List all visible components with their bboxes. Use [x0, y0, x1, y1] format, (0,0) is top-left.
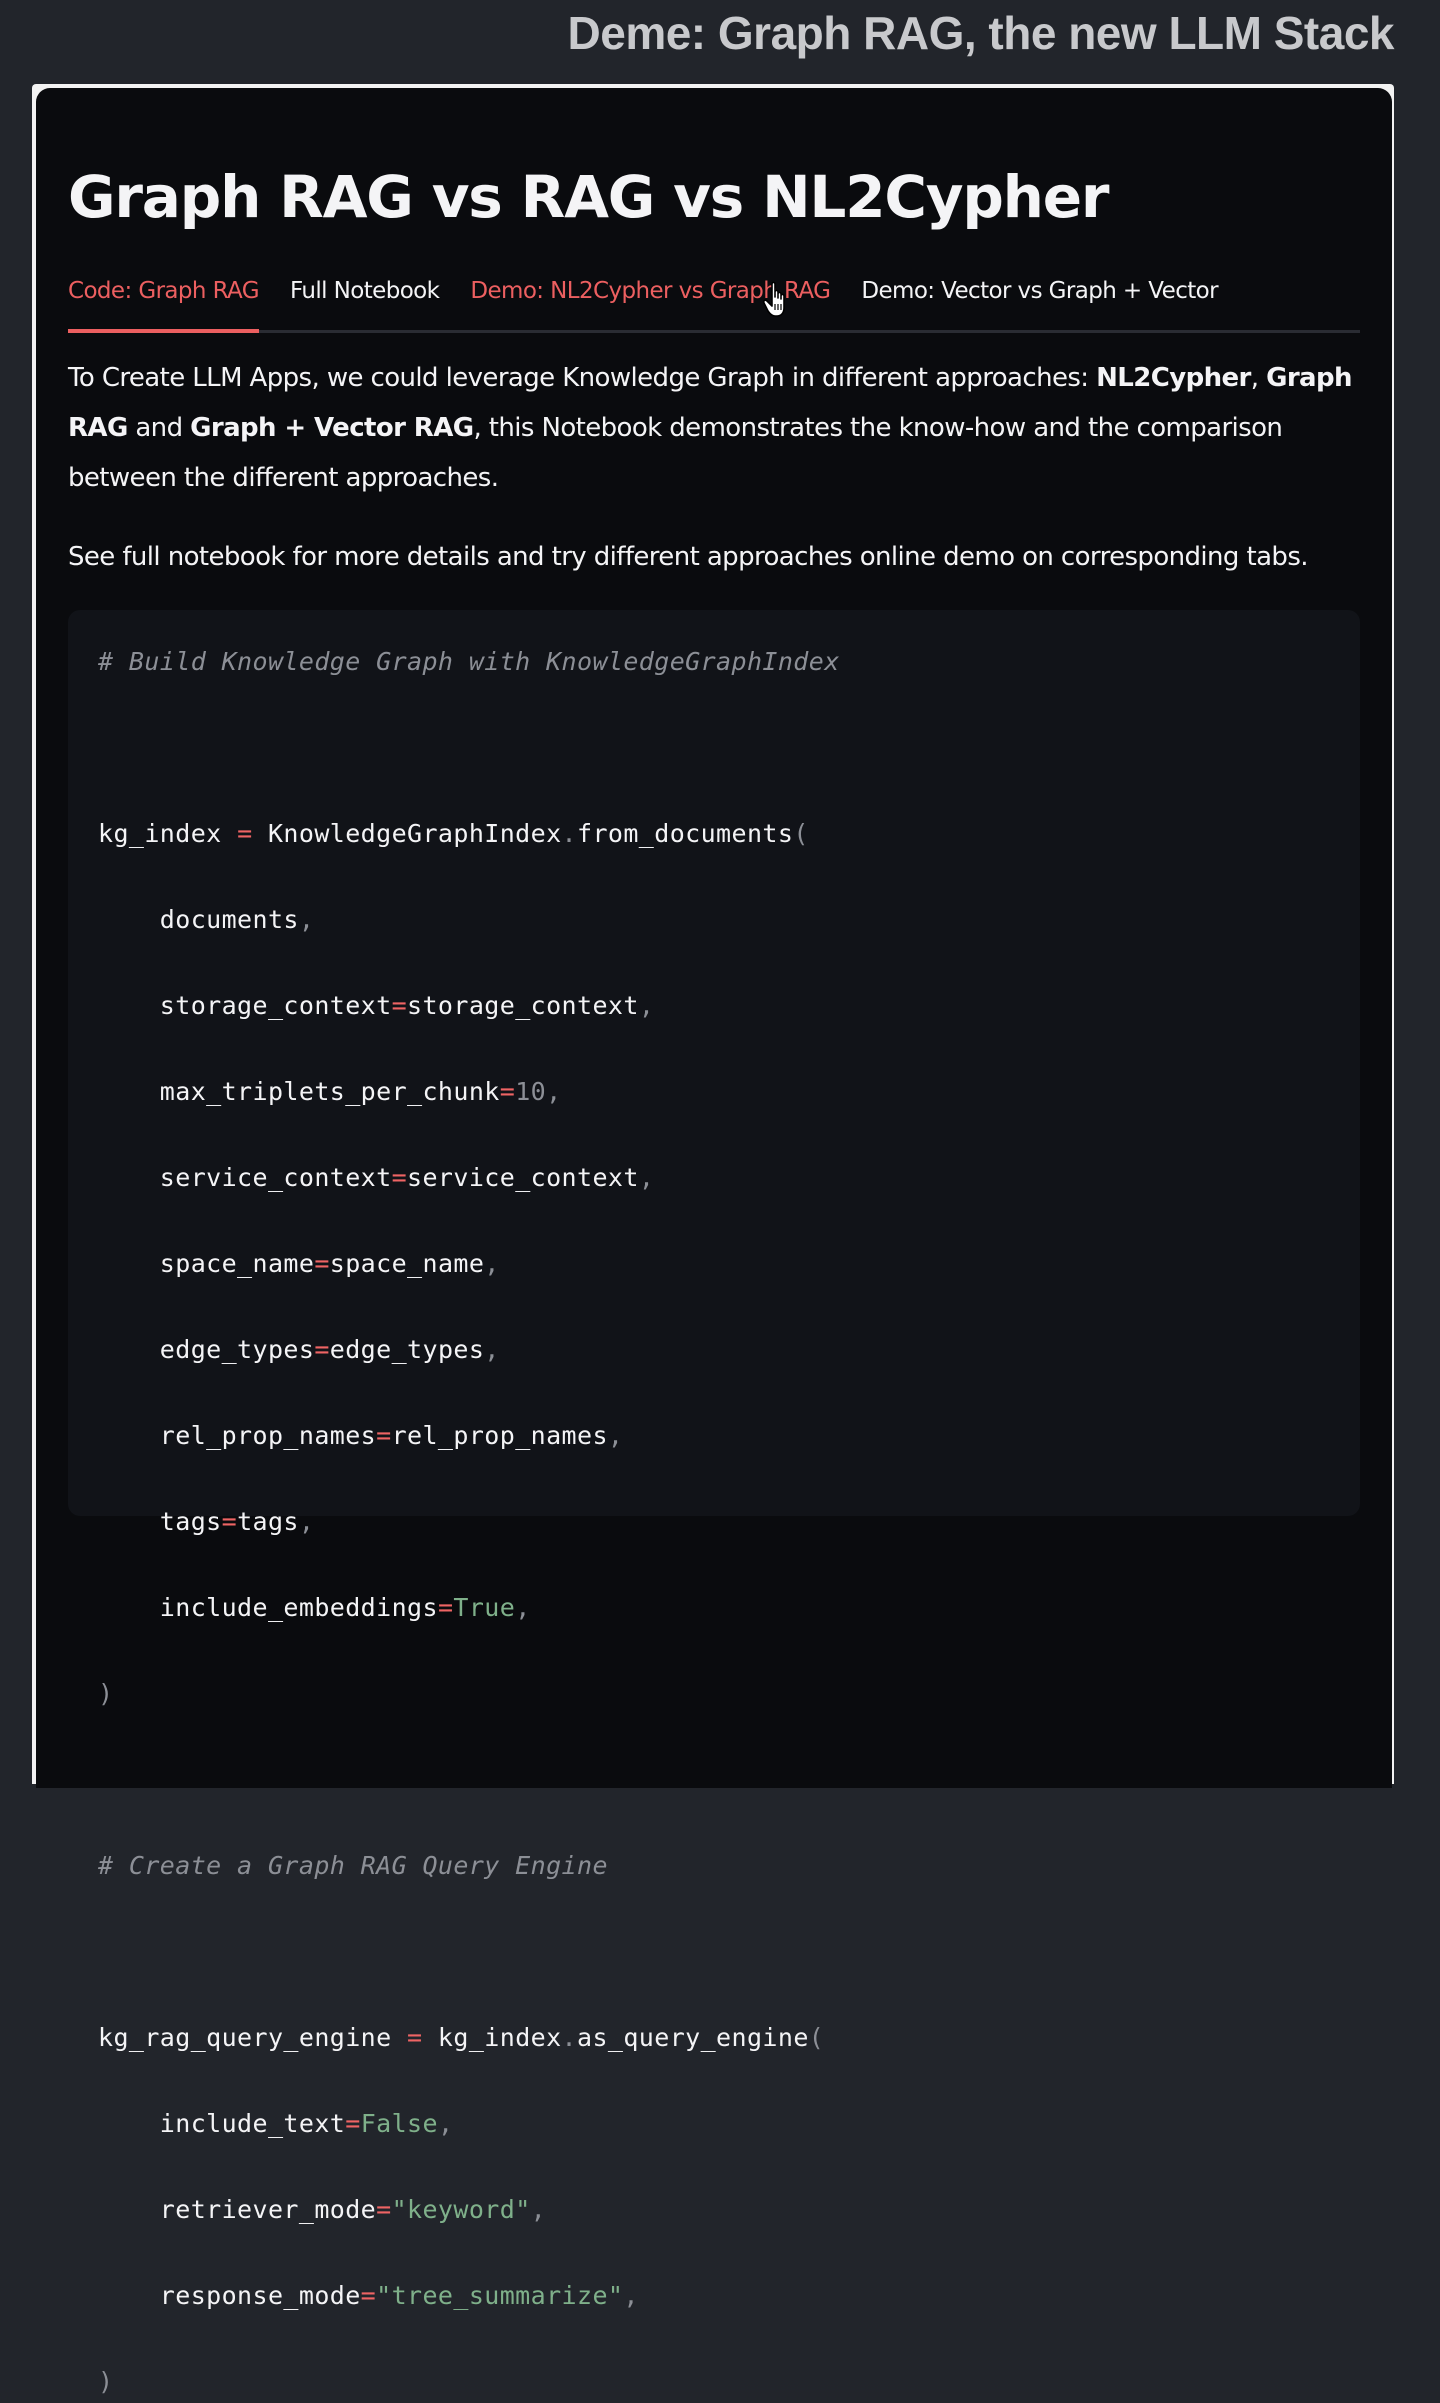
intro-bold-nl2cypher: NL2Cypher — [1096, 363, 1251, 393]
notebook-note: See full notebook for more details and t… — [68, 542, 1309, 572]
code-block[interactable]: # Build Knowledge Graph with KnowledgeGr… — [68, 610, 1360, 2396]
intro-separator: and — [127, 413, 191, 443]
intro-paragraph: To Create LLM Apps, we could leverage Kn… — [68, 353, 1360, 503]
code-comment: # Build Knowledge Graph with KnowledgeGr… — [98, 647, 840, 676]
code-comment: # Create a Graph RAG Query Engine — [98, 1851, 608, 1880]
tab-demo-vector-vs-graph-vector[interactable]: Demo: Vector vs Graph + Vector — [861, 272, 1218, 329]
app-header-title: Deme: Graph RAG, the new LLM Stack — [567, 7, 1395, 59]
intro-text: To Create LLM Apps, we could leverage Kn… — [68, 363, 1097, 393]
tab-full-notebook[interactable]: Full Notebook — [290, 272, 440, 329]
tab-bar: Code: Graph RAG Full Notebook Demo: NL2C… — [68, 272, 1360, 333]
tab-code-graph-rag[interactable]: Code: Graph RAG — [68, 272, 260, 333]
page-title: Graph RAG vs RAG vs NL2Cypher — [68, 163, 1109, 231]
main-content: Graph RAG vs RAG vs NL2Cypher Code: Grap… — [68, 88, 1360, 2396]
intro-bold-graph-vector-rag: Graph + Vector RAG — [190, 413, 474, 443]
intro-separator: , — [1250, 363, 1267, 393]
app-window: Graph RAG vs RAG vs NL2Cypher Code: Grap… — [36, 88, 1392, 2396]
code-content: # Build Knowledge Graph with KnowledgeGr… — [98, 640, 1330, 2403]
hand-pointer-icon — [762, 281, 785, 317]
